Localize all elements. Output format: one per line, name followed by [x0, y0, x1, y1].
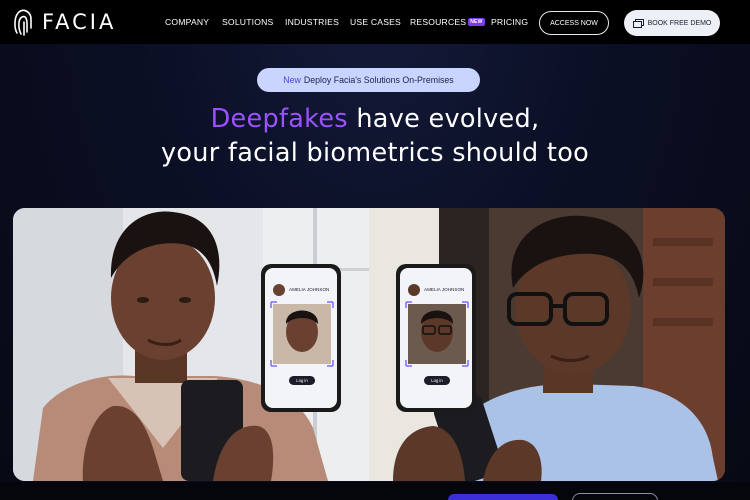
new-badge: NEW: [468, 18, 485, 26]
phone-right-login: Log in: [431, 378, 443, 383]
nav-solutions[interactable]: SOLUTIONS: [222, 17, 273, 27]
hero-image: AMELIA JOHNSON Log in AMELIA JOHNSON Log…: [13, 208, 725, 481]
book-demo-button[interactable]: BOOK FREE DEMO: [624, 10, 720, 36]
headline-accent: Deepfakes: [210, 104, 348, 134]
bottom-secondary-button-partial[interactable]: [572, 493, 658, 500]
announcement-tag: New: [283, 75, 301, 85]
fingerprint-icon: [14, 9, 32, 36]
nav-resources[interactable]: RESOURCES NEW: [410, 17, 485, 27]
nav-pricing[interactable]: PRICING: [491, 17, 528, 27]
announcement-text: Deploy Facia's Solutions On-Premises: [303, 75, 454, 85]
hero-headline-line2: your facial biometrics should too: [160, 138, 590, 168]
screen-icon: [632, 18, 644, 28]
book-demo-label: BOOK FREE DEMO: [647, 19, 712, 27]
hero-headline-line1: Deepfakes have evolved,: [0, 104, 750, 134]
brand-name: FACIA: [42, 10, 117, 34]
access-now-button[interactable]: ACCESS NOW: [539, 11, 609, 35]
hero-photo-illustration: [13, 208, 725, 481]
phone-right-username: AMELIA JOHNSON: [424, 287, 465, 292]
nav-resources-label: RESOURCES: [410, 17, 467, 27]
headline-rest: have evolved,: [356, 104, 540, 134]
phone-left-username: AMELIA JOHNSON: [289, 287, 330, 292]
nav-use-cases[interactable]: USE CASES: [350, 17, 401, 27]
nav-company[interactable]: COMPANY: [165, 17, 209, 27]
nav-industries[interactable]: INDUSTRIES: [285, 17, 339, 27]
top-navbar: FACIA COMPANY SOLUTIONS INDUSTRIES USE C…: [0, 0, 750, 44]
brand-logo[interactable]: FACIA: [12, 8, 116, 36]
phone-left-login: Log in: [296, 378, 308, 383]
bottom-primary-button-partial[interactable]: [448, 494, 558, 500]
announcement-pill[interactable]: New Deploy Facia's Solutions On-Premises: [257, 68, 480, 92]
